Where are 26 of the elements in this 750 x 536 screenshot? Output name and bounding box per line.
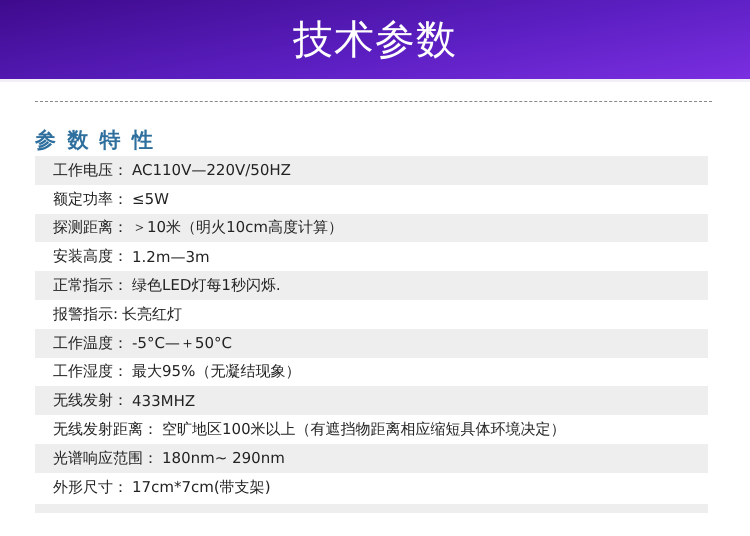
spec-label: 工作温度： bbox=[53, 334, 128, 353]
spec-value: 17cm*7cm(带支架) bbox=[132, 478, 271, 497]
spec-value: 绿色LED灯每1秒闪烁. bbox=[132, 276, 281, 296]
spec-value: 433MHZ bbox=[132, 392, 196, 410]
spec-label: 工作电压： bbox=[53, 160, 128, 180]
spec-value: AC110V—220V/50HZ bbox=[132, 161, 291, 180]
spec-value: ≤5W bbox=[132, 190, 169, 208]
spec-value: 空旷地区100米以上（有遮挡物距离相应缩短具体环境决定） bbox=[162, 420, 566, 440]
spec-label: 光谱响应范围： bbox=[53, 448, 158, 468]
spec-label: 探测距离： bbox=[53, 218, 128, 238]
spec-value: 180nm~ 290nm bbox=[162, 449, 285, 468]
spec-label: 无线发射距离： bbox=[53, 420, 158, 440]
spec-value: 长亮红灯 bbox=[122, 304, 182, 324]
spec-value: 最大95%（无凝结现象） bbox=[132, 362, 300, 382]
section-heading: 参 数 特 性 bbox=[35, 127, 156, 154]
spec-value: ＞10米（明火10cm高度计算） bbox=[132, 218, 344, 238]
spec-label: 报警指示: bbox=[53, 304, 118, 324]
spec-label: 正常指示： bbox=[53, 276, 128, 296]
spec-label: 外形尺寸： bbox=[53, 478, 128, 497]
page-title: 技术参数 bbox=[293, 16, 457, 65]
spec-value: -5°C—＋50°C bbox=[132, 334, 232, 353]
spec-label: 额定功率： bbox=[53, 190, 128, 209]
spec-label: 工作湿度： bbox=[53, 362, 128, 382]
spec-label: 无线发射： bbox=[53, 391, 128, 410]
spec-value: 1.2m—3m bbox=[132, 248, 210, 266]
spec-label: 安装高度： bbox=[53, 247, 128, 266]
